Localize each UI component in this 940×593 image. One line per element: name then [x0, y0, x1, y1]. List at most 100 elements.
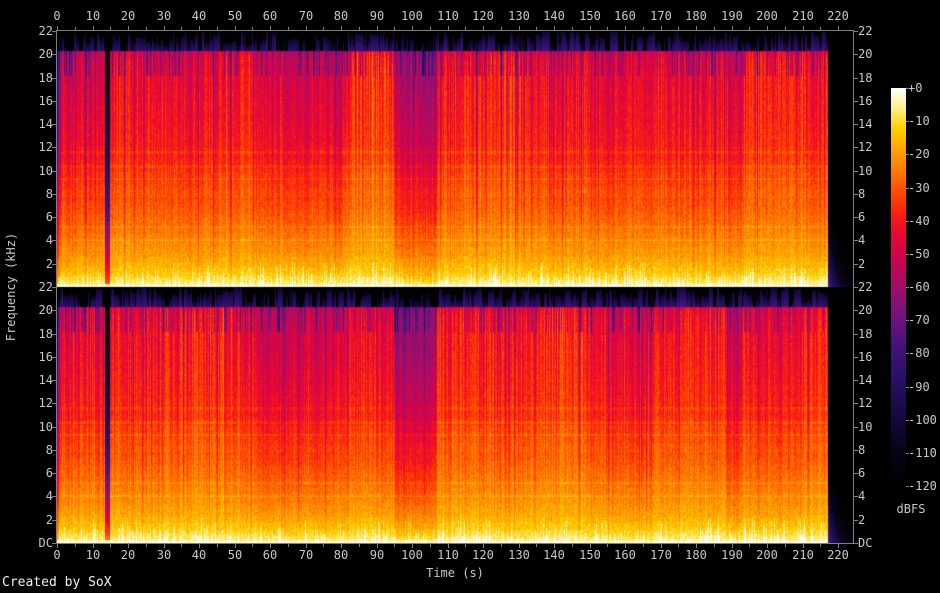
freq-tick-label-right: 10 — [858, 164, 873, 178]
freq-tick-mark-right — [854, 380, 858, 381]
freq-tick-mark-left — [52, 240, 56, 241]
time-tick-label-bottom: 140 — [543, 548, 565, 562]
time-tick-label-bottom: 20 — [120, 548, 136, 562]
time-tick-mark-top — [306, 26, 307, 30]
time-tick-label-bottom: 190 — [721, 548, 743, 562]
time-tick-mark-top — [235, 26, 236, 30]
colorbar-tick-mark — [906, 254, 909, 255]
time-tick-mark-top — [519, 26, 520, 30]
freq-tick-mark-left — [52, 520, 56, 521]
time-tick-label-bottom: 170 — [650, 548, 672, 562]
time-minor-tick-bottom — [572, 544, 573, 547]
time-tick-label-bottom: 40 — [191, 548, 207, 562]
time-minor-tick-top — [394, 27, 395, 30]
time-tick-label-top: 10 — [85, 9, 101, 23]
colorbar-tick-label: -40 — [908, 214, 930, 228]
freq-tick-label-left: 14 — [38, 373, 53, 387]
colorbar-tick-label: +0 — [908, 81, 923, 95]
freq-tick-mark-left — [52, 427, 56, 428]
time-tick-label-bottom: 0 — [53, 548, 61, 562]
freq-tick-label-left: 22 — [38, 280, 53, 294]
time-tick-mark-bottom — [590, 544, 591, 548]
colorbar-tick-label: -120 — [908, 479, 937, 493]
time-tick-label-top: 220 — [827, 9, 849, 23]
freq-tick-label-left: 12 — [38, 396, 53, 410]
colorbar-tick-mark — [906, 88, 909, 89]
freq-tick-mark-left — [52, 264, 56, 265]
time-minor-tick-top — [643, 27, 644, 30]
time-tick-label-top: 60 — [262, 9, 278, 23]
time-tick-mark-bottom — [128, 544, 129, 548]
time-minor-tick-bottom — [536, 544, 537, 547]
freq-tick-mark-right — [854, 124, 858, 125]
time-minor-tick-bottom — [323, 544, 324, 547]
time-tick-label-top: 110 — [437, 9, 459, 23]
time-tick-label-top: 200 — [756, 9, 778, 23]
colorbar-tick-mark — [906, 320, 909, 321]
time-tick-label-bottom: 70 — [298, 548, 314, 562]
freq-tick-mark-right — [854, 450, 858, 451]
colorbar-tick-mark — [906, 188, 909, 189]
freq-tick-label-left: 2 — [45, 257, 53, 271]
time-minor-tick-top — [288, 27, 289, 30]
colorbar-tick-mark — [906, 221, 909, 222]
time-tick-mark-bottom — [696, 544, 697, 548]
time-tick-label-top: 210 — [792, 9, 814, 23]
time-tick-label-bottom: 160 — [614, 548, 636, 562]
freq-tick-label-right: 6 — [858, 466, 866, 480]
colorbar-tick-label: -20 — [908, 147, 930, 161]
freq-tick-label-left: 4 — [45, 489, 53, 503]
time-tick-mark-bottom — [93, 544, 94, 548]
freq-tick-label-left: 16 — [38, 94, 53, 108]
time-tick-mark-bottom — [732, 544, 733, 548]
x-axis-title: Time (s) — [426, 566, 484, 580]
time-tick-label-top: 170 — [650, 9, 672, 23]
time-tick-mark-top — [57, 26, 58, 30]
time-tick-mark-top — [625, 26, 626, 30]
time-tick-mark-bottom — [625, 544, 626, 548]
time-minor-tick-top — [714, 27, 715, 30]
freq-tick-mark-right — [854, 334, 858, 335]
freq-tick-label-right: 12 — [858, 140, 873, 154]
time-tick-label-bottom: 90 — [369, 548, 385, 562]
freq-tick-label-right: 8 — [858, 187, 866, 201]
time-tick-mark-top — [661, 26, 662, 30]
time-tick-mark-bottom — [838, 544, 839, 548]
freq-tick-label-left: 18 — [38, 71, 53, 85]
freq-dc-tick-label-right: DC — [858, 536, 873, 550]
time-tick-mark-top — [803, 26, 804, 30]
freq-tick-mark-right — [854, 217, 858, 218]
time-tick-mark-bottom — [270, 544, 271, 548]
time-tick-mark-top — [412, 26, 413, 30]
freq-tick-label-left: 10 — [38, 164, 53, 178]
time-minor-tick-bottom — [714, 544, 715, 547]
freq-tick-mark-left — [52, 31, 56, 32]
time-minor-tick-bottom — [643, 544, 644, 547]
freq-tick-label-left: 10 — [38, 420, 53, 434]
freq-tick-label-left: 22 — [38, 24, 53, 38]
time-tick-label-bottom: 210 — [792, 548, 814, 562]
time-tick-label-top: 150 — [579, 9, 601, 23]
freq-dc-tick-label-left: DC — [38, 536, 53, 550]
time-minor-tick-top — [110, 27, 111, 30]
time-minor-tick-top — [252, 27, 253, 30]
freq-tick-mark-left — [52, 147, 56, 148]
time-tick-label-bottom: 50 — [227, 548, 243, 562]
time-tick-label-top: 160 — [614, 9, 636, 23]
colorbar-tick-label: -110 — [908, 446, 937, 460]
time-tick-mark-bottom — [235, 544, 236, 548]
time-minor-tick-bottom — [820, 544, 821, 547]
time-minor-tick-bottom — [430, 544, 431, 547]
time-minor-tick-top — [359, 27, 360, 30]
freq-tick-mark-right — [854, 264, 858, 265]
time-minor-tick-top — [678, 27, 679, 30]
freq-tick-mark-left — [52, 171, 56, 172]
time-minor-tick-bottom — [785, 544, 786, 547]
freq-tick-mark-right — [854, 520, 858, 521]
freq-tick-label-right: 12 — [858, 396, 873, 410]
credit-text: Created by SoX — [2, 575, 112, 590]
freq-tick-mark-right — [854, 54, 858, 55]
freq-tick-mark-right — [854, 310, 858, 311]
freq-tick-mark-left — [52, 380, 56, 381]
freq-tick-mark-left — [52, 473, 56, 474]
